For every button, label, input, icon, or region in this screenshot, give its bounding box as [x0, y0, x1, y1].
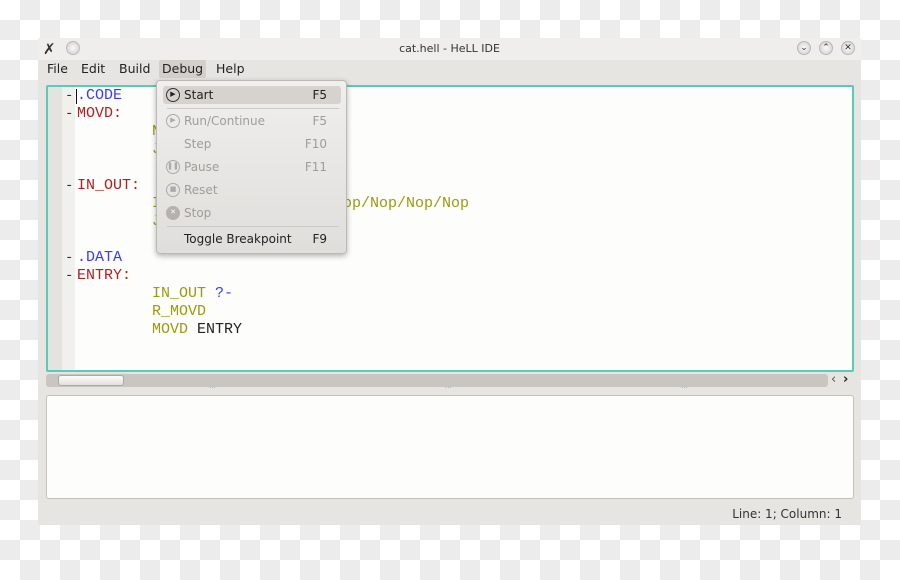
play-icon: ▶ [166, 114, 180, 128]
menu-item-label: Reset [184, 183, 218, 197]
scroll-left-icon[interactable]: ‹ [831, 372, 836, 387]
menu-bar: File Edit Build Debug Help [38, 60, 861, 78]
code-token: ENTRY [197, 321, 243, 338]
fold-gutter [62, 87, 75, 370]
splitter-handle[interactable]: ··· [681, 384, 688, 392]
output-panel[interactable] [46, 395, 854, 499]
code-line: ENTRY: [77, 267, 132, 284]
close-button[interactable]: ✕ [841, 41, 855, 55]
menu-item-label: Run/Continue [184, 114, 266, 128]
menu-item-label: Stop [184, 206, 212, 220]
code-line: .DATA [77, 249, 123, 266]
splitter-handle[interactable]: ··· [209, 384, 216, 392]
menu-debug[interactable]: Debug [159, 60, 207, 78]
menu-item-label: Pause [184, 160, 220, 174]
title-bar: ✗ cat.hell - HeLL IDE ⌄ ⌃ ✕ [38, 38, 861, 60]
play-icon: ▶ [166, 88, 180, 102]
menu-item-reset[interactable]: ■ Reset [163, 181, 341, 199]
menu-item-stop[interactable]: ✕ Stop [163, 204, 341, 222]
menu-item-label: Start [184, 88, 214, 102]
splitter-handle[interactable]: ··· [445, 384, 452, 392]
close-circle-icon: ✕ [166, 206, 180, 220]
scroll-right-icon[interactable]: › [843, 372, 848, 387]
code-token: op/Nop/Nop/Nop [343, 195, 470, 212]
menu-item-run-continue[interactable]: ▶ Run/Continue F5 [163, 112, 341, 130]
fold-marker-icon[interactable]: - [65, 249, 73, 267]
menu-item-shortcut: F10 [304, 137, 327, 151]
horizontal-scrollbar[interactable] [46, 374, 828, 387]
menu-item-label: Step [184, 137, 212, 151]
menu-item-step[interactable]: Step F10 [163, 135, 341, 153]
stop-square-icon: ■ [166, 183, 180, 197]
cursor-position-status: Line: 1; Column: 1 [732, 507, 842, 521]
debug-menu: ▶ Start F5 ▶ Run/Continue F5 Step F10 ❚❚ Pause F11… [156, 80, 347, 254]
menu-item-shortcut: F11 [304, 160, 327, 174]
menu-help[interactable]: Help [213, 60, 248, 78]
code-line: .CODE [77, 87, 123, 104]
scrollbar-thumb[interactable] [58, 375, 124, 386]
fold-marker-icon[interactable]: - [65, 87, 73, 105]
line-number-gutter [48, 87, 62, 370]
fold-marker-icon[interactable]: - [65, 267, 73, 285]
window-title: cat.hell - HeLL IDE [399, 42, 500, 55]
minimize-button[interactable]: ⌄ [797, 41, 811, 55]
menu-separator [167, 226, 339, 227]
menu-build[interactable]: Build [116, 60, 153, 78]
code-line: MOVD [152, 321, 189, 338]
pause-icon: ❚❚ [166, 160, 180, 174]
menu-item-start[interactable]: ▶ Start F5 [163, 86, 341, 104]
code-line: IN_OUT: [77, 177, 141, 194]
menu-separator [167, 108, 339, 109]
code-line: R_MOVD [152, 303, 207, 320]
menu-file[interactable]: File [44, 60, 71, 78]
fold-marker-icon[interactable]: - [65, 177, 73, 195]
code-token: ?- [215, 285, 234, 302]
menu-edit[interactable]: Edit [78, 60, 108, 78]
menu-item-shortcut: F9 [312, 232, 327, 246]
maximize-button[interactable]: ⌃ [819, 41, 833, 55]
menu-item-toggle-breakpoint[interactable]: Toggle Breakpoint F9 [163, 230, 341, 248]
menu-item-label: Toggle Breakpoint [184, 232, 292, 246]
menu-item-pause[interactable]: ❚❚ Pause F11 [163, 158, 341, 176]
code-line: MOVD: [77, 105, 123, 122]
fold-marker-icon[interactable]: - [65, 105, 73, 123]
menu-item-shortcut: F5 [312, 88, 327, 102]
code-line: IN_OUT [152, 285, 207, 302]
menu-item-shortcut: F5 [312, 114, 327, 128]
